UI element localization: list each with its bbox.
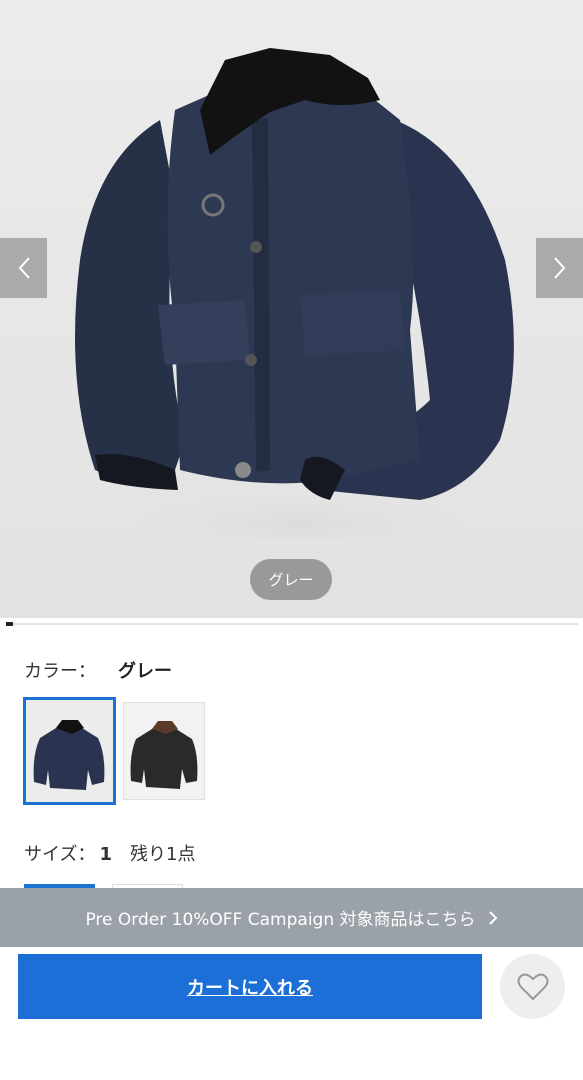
chevron-left-icon <box>18 257 30 279</box>
previous-image-button[interactable] <box>0 238 47 298</box>
size-label: サイズ： <box>24 844 96 865</box>
add-to-cart-button[interactable]: カートに入れる <box>18 954 482 1019</box>
product-photo <box>70 48 530 540</box>
black-jacket-thumbnail <box>124 703 204 799</box>
size-info: サイズ： 1 残り1点 <box>24 840 195 866</box>
chevron-right-icon <box>553 257 565 279</box>
chevron-right-icon <box>488 910 498 926</box>
campaign-banner[interactable]: Pre Order 10%OFF Campaign 対象商品はこちら <box>0 888 583 947</box>
navy-jacket-thumbnail <box>26 700 113 802</box>
color-selector-label: カラー： グレー <box>24 657 172 683</box>
color-option-navy[interactable] <box>23 697 116 805</box>
favorite-button[interactable] <box>500 954 565 1019</box>
color-badge: グレー <box>250 559 332 600</box>
color-label: カラー： <box>24 661 96 682</box>
next-image-button[interactable] <box>536 238 583 298</box>
product-image-gallery[interactable]: グレー <box>0 0 583 618</box>
gallery-progress-fill <box>6 622 13 626</box>
campaign-text: Pre Order 10%OFF Campaign 対象商品はこちら <box>85 910 476 930</box>
color-value: グレー <box>118 661 172 682</box>
heart-icon <box>517 973 548 1000</box>
gallery-progress-track <box>6 623 578 625</box>
stock-remaining: 残り1点 <box>130 844 196 865</box>
color-option-black[interactable] <box>123 702 205 800</box>
size-value: 1 <box>99 844 112 865</box>
